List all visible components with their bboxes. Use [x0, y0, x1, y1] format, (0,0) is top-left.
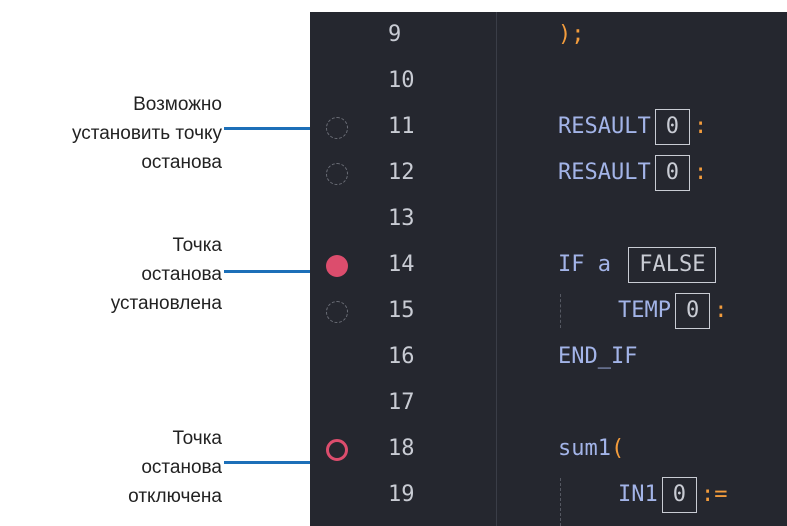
code-text[interactable]: RESAULT 0: — [558, 104, 707, 150]
code-text[interactable]: IN1 0:= — [618, 472, 728, 518]
code-line[interactable]: 16 END_IF — [310, 334, 787, 380]
value-box: 0 — [654, 155, 690, 191]
line-number: 17 — [388, 390, 415, 415]
code-line[interactable]: 13 — [310, 196, 787, 242]
code-editor[interactable]: 9 ); 10 11 RESAULT 0: 12 RESAULT 0: 13 14 … — [310, 12, 787, 526]
line-number: 10 — [388, 68, 415, 93]
line-number: 11 — [388, 114, 415, 139]
code-text[interactable]: TEMP 0: — [618, 288, 727, 334]
callout-line — [224, 270, 322, 273]
code-line[interactable]: 18 sum1( — [310, 426, 787, 472]
value-box: FALSE — [628, 247, 717, 283]
code-text[interactable]: IF a FALSE — [558, 242, 720, 288]
legend-breakpoint-set: Точка останова установлена — [0, 231, 222, 318]
indent-guide — [560, 478, 561, 526]
line-number: 15 — [388, 298, 415, 323]
line-number: 18 — [388, 436, 415, 461]
breakpoint-disabled-icon[interactable] — [326, 439, 348, 461]
legend-breakpoint-disabled: Точка останова отключена — [0, 424, 222, 511]
legend-text: останова — [141, 152, 222, 173]
line-number: 16 — [388, 344, 415, 369]
indent-guide — [560, 294, 561, 328]
callout-line — [224, 461, 322, 464]
breakpoint-possible-icon[interactable] — [326, 117, 348, 139]
code-text[interactable]: END_IF — [558, 334, 637, 380]
code-line[interactable]: 9 ); — [310, 12, 787, 58]
breakpoint-possible-icon[interactable] — [326, 301, 348, 323]
line-number: 19 — [388, 482, 415, 507]
code-line[interactable]: 19 IN1 0:= — [310, 472, 787, 518]
line-number: 14 — [388, 252, 415, 277]
code-line[interactable]: 12 RESAULT 0: — [310, 150, 787, 196]
line-number: 13 — [388, 206, 415, 231]
legend-text: установлена — [110, 293, 222, 314]
legend-text: Возможно — [133, 94, 222, 115]
legend-text: Точка — [172, 235, 222, 256]
legend-possible-breakpoint: Возможно установить точку останова — [0, 90, 222, 177]
value-box: 0 — [674, 293, 711, 329]
callout-line — [224, 127, 322, 130]
code-line[interactable]: 14 IF a FALSE — [310, 242, 787, 288]
value-box: 0 — [661, 477, 697, 513]
legend-text: Точка — [172, 428, 222, 449]
code-text[interactable]: ); — [558, 12, 585, 58]
code-line[interactable]: 15 TEMP 0: — [310, 288, 787, 334]
value-box: 0 — [654, 109, 690, 145]
line-number: 9 — [388, 22, 402, 47]
legend-text: отключена — [128, 486, 222, 507]
code-line[interactable]: 10 — [310, 58, 787, 104]
legend-text: останова — [141, 264, 222, 285]
legend-text: останова — [141, 457, 222, 478]
line-number: 12 — [388, 160, 415, 185]
code-text[interactable]: sum1( — [558, 426, 624, 472]
code-text[interactable]: RESAULT 0: — [558, 150, 707, 196]
breakpoint-possible-icon[interactable] — [326, 163, 348, 185]
code-line[interactable]: 11 RESAULT 0: — [310, 104, 787, 150]
code-line[interactable]: 17 — [310, 380, 787, 426]
breakpoint-set-icon[interactable] — [326, 255, 348, 277]
legend-text: установить точку — [71, 123, 222, 144]
